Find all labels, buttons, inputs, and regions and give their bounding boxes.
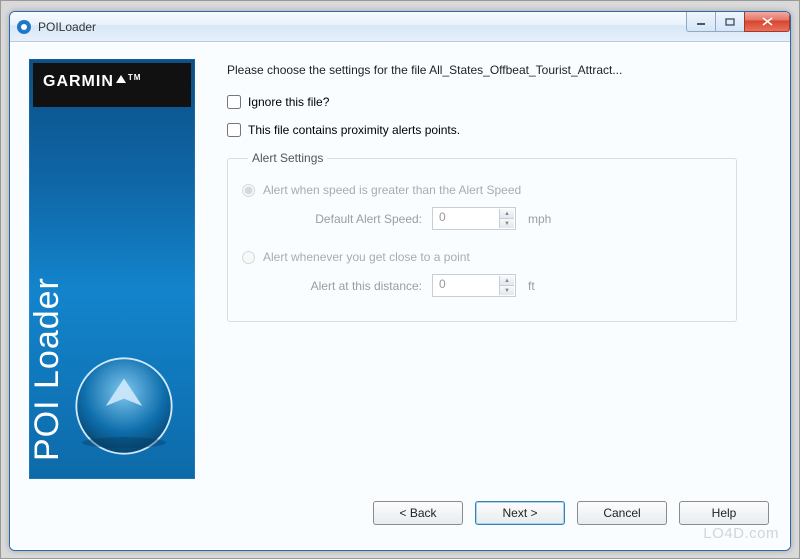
product-name: POI Loader: [29, 277, 67, 461]
client-area: GARMIN TM: [10, 42, 790, 550]
distance-label: Alert at this distance:: [286, 279, 422, 293]
brand-text: GARMIN: [43, 73, 114, 90]
spin-up-icon[interactable]: ▲: [499, 209, 514, 219]
speed-unit: mph: [528, 212, 551, 226]
alert-speed-label: Alert when speed is greater than the Ale…: [263, 183, 521, 197]
wizard-buttons: < Back Next > Cancel Help: [29, 491, 771, 535]
alert-distance-radio-row[interactable]: Alert whenever you get close to a point: [242, 250, 722, 264]
alert-distance-label: Alert whenever you get close to a point: [263, 250, 470, 264]
alert-settings-group: Alert Settings Alert when speed is great…: [227, 151, 737, 322]
maximize-button[interactable]: [715, 12, 745, 32]
ignore-file-row[interactable]: Ignore this file?: [227, 95, 765, 109]
distance-row: Alert at this distance: 0 ▲ ▼ ft: [286, 274, 722, 297]
distance-value: 0: [439, 277, 446, 291]
distance-unit: ft: [528, 279, 535, 293]
cancel-button[interactable]: Cancel: [577, 501, 667, 525]
spin-down-icon[interactable]: ▼: [499, 219, 514, 228]
window-controls: [687, 12, 790, 32]
minimize-button[interactable]: [686, 12, 716, 32]
default-speed-value: 0: [439, 210, 446, 224]
tm-mark: TM: [128, 73, 142, 82]
alert-speed-radio-row[interactable]: Alert when speed is greater than the Ale…: [242, 183, 722, 197]
default-speed-row: Default Alert Speed: 0 ▲ ▼ mph: [286, 207, 722, 230]
close-icon: [762, 17, 773, 26]
distance-spinner[interactable]: ▲ ▼: [499, 276, 514, 295]
window-title: POILoader: [38, 20, 96, 34]
alert-settings-legend: Alert Settings: [248, 151, 327, 165]
help-button[interactable]: Help: [679, 501, 769, 525]
orb-icon: [69, 351, 179, 461]
proximity-label: This file contains proximity alerts poin…: [248, 123, 460, 137]
ignore-file-label: Ignore this file?: [248, 95, 329, 109]
instruction-text: Please choose the settings for the file …: [227, 63, 765, 77]
minimize-icon: [696, 18, 706, 26]
wizard-page: Please choose the settings for the file …: [195, 59, 771, 491]
garmin-tri-icon: [116, 71, 126, 89]
proximity-row[interactable]: This file contains proximity alerts poin…: [227, 123, 765, 137]
default-speed-input[interactable]: 0 ▲ ▼: [432, 207, 516, 230]
back-button[interactable]: < Back: [373, 501, 463, 525]
alert-distance-radio[interactable]: [242, 251, 255, 264]
app-window: POILoader GARMIN: [9, 11, 791, 551]
close-button[interactable]: [744, 12, 790, 32]
alert-speed-radio[interactable]: [242, 184, 255, 197]
spin-down-icon[interactable]: ▼: [499, 286, 514, 295]
next-button[interactable]: Next >: [475, 501, 565, 525]
default-speed-label: Default Alert Speed:: [286, 212, 422, 226]
distance-input[interactable]: 0 ▲ ▼: [432, 274, 516, 297]
maximize-icon: [725, 18, 735, 26]
titlebar[interactable]: POILoader: [10, 12, 790, 42]
wizard-banner: GARMIN TM: [29, 59, 195, 479]
garmin-logo: GARMIN TM: [33, 63, 191, 107]
speed-spinner[interactable]: ▲ ▼: [499, 209, 514, 228]
app-icon: [16, 19, 32, 35]
ignore-file-checkbox[interactable]: [227, 95, 241, 109]
spin-up-icon[interactable]: ▲: [499, 276, 514, 286]
proximity-checkbox[interactable]: [227, 123, 241, 137]
